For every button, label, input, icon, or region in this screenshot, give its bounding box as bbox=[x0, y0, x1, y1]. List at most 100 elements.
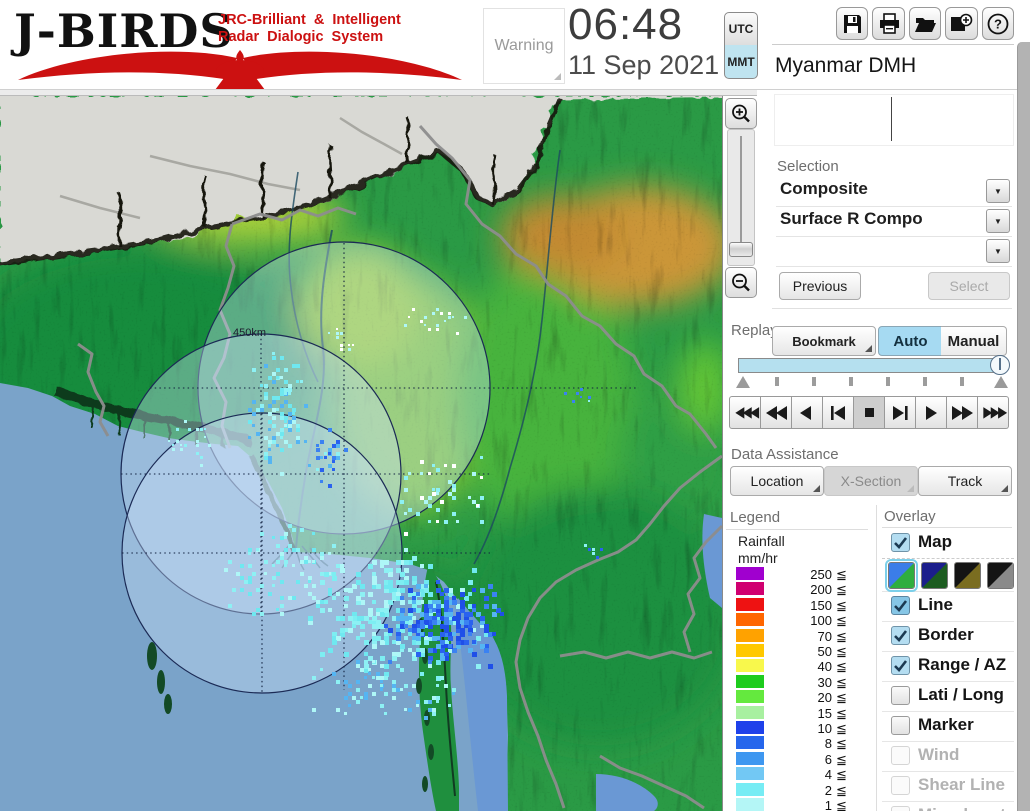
checkbox-microburst[interactable] bbox=[891, 806, 910, 811]
rain-echo-pixel bbox=[356, 660, 360, 664]
playback-stop-button[interactable] bbox=[854, 396, 885, 429]
rain-echo-pixel bbox=[252, 424, 255, 427]
legend-lte-symbol: ≦ bbox=[836, 675, 847, 691]
rain-echo-pixel bbox=[328, 428, 332, 432]
open-folder-button[interactable] bbox=[909, 7, 941, 40]
checkbox-shear-line[interactable] bbox=[891, 776, 910, 795]
rain-echo-pixel bbox=[316, 448, 320, 452]
chevron-down-icon[interactable]: ▼ bbox=[986, 179, 1010, 203]
dropdown-extra[interactable]: ▼ bbox=[776, 236, 1012, 267]
zoom-slider[interactable] bbox=[727, 129, 755, 266]
slider-end-marker-icon[interactable] bbox=[994, 376, 1008, 388]
rain-echo-pixel bbox=[380, 684, 383, 687]
rain-echo-pixel bbox=[396, 580, 401, 585]
play-icon bbox=[916, 397, 946, 428]
map-style-4[interactable] bbox=[987, 562, 1014, 589]
rain-echo-pixel bbox=[356, 636, 360, 640]
print-button[interactable] bbox=[872, 7, 904, 40]
playback-rew2-button[interactable] bbox=[761, 396, 792, 429]
checkbox-border[interactable] bbox=[891, 626, 910, 645]
rain-echo-pixel bbox=[264, 436, 268, 440]
legend-value: 20 bbox=[766, 690, 832, 705]
replay-section-label: Replay bbox=[731, 322, 778, 339]
checkbox-map[interactable] bbox=[891, 533, 910, 552]
rain-echo-pixel bbox=[592, 552, 595, 555]
rain-echo-pixel bbox=[428, 504, 432, 508]
chevron-down-icon[interactable]: ▼ bbox=[986, 239, 1010, 263]
dropdown-product[interactable]: Surface R Compo ▼ bbox=[776, 206, 1012, 237]
rain-echo-pixel bbox=[256, 432, 260, 436]
rain-echo-pixel bbox=[300, 572, 304, 576]
rain-echo-pixel bbox=[400, 596, 404, 600]
rain-echo-pixel bbox=[348, 344, 350, 346]
playback-step-back-button[interactable] bbox=[823, 396, 854, 429]
save-button[interactable] bbox=[836, 7, 868, 40]
timezone-mmt-button[interactable]: MMT bbox=[724, 45, 758, 79]
playback-step-next-button[interactable] bbox=[885, 396, 916, 429]
bookmark-button[interactable]: Bookmark bbox=[772, 326, 876, 356]
playback-play-button[interactable] bbox=[916, 396, 947, 429]
zoom-in-button[interactable] bbox=[725, 98, 757, 129]
checkbox-line[interactable] bbox=[891, 596, 910, 615]
checkbox-lati-long[interactable] bbox=[891, 686, 910, 705]
location-button[interactable]: Location bbox=[730, 466, 824, 496]
rain-echo-pixel bbox=[428, 664, 432, 668]
x-section-button[interactable]: X-Section bbox=[824, 466, 918, 496]
rain-echo-pixel bbox=[296, 380, 299, 383]
slider-start-marker-icon[interactable] bbox=[736, 376, 750, 388]
rain-echo-pixel bbox=[260, 384, 263, 387]
replay-timeline-slider[interactable] bbox=[738, 358, 1002, 373]
playback-fwd3-button[interactable] bbox=[978, 396, 1009, 429]
legend-value: 15 bbox=[766, 706, 832, 721]
rain-echo-pixel bbox=[264, 560, 268, 564]
rain-echo-pixel bbox=[276, 408, 279, 411]
timezone-utc-button[interactable]: UTC bbox=[724, 12, 758, 46]
manual-mode-button[interactable]: Manual bbox=[941, 326, 1007, 356]
rain-echo-pixel bbox=[332, 572, 336, 576]
window-edge-strip[interactable] bbox=[1017, 42, 1030, 811]
legend-value: 10 bbox=[766, 721, 832, 736]
legend-lte-symbol: ≦ bbox=[836, 721, 847, 737]
rain-echo-pixel bbox=[272, 440, 276, 444]
previous-button[interactable]: Previous bbox=[779, 272, 861, 300]
rain-echo-pixel bbox=[260, 532, 264, 536]
rain-echo-pixel bbox=[448, 612, 453, 617]
map-style-2[interactable] bbox=[921, 562, 948, 589]
help-button[interactable]: ? bbox=[982, 7, 1014, 40]
rain-echo-pixel bbox=[272, 372, 276, 376]
rain-echo-pixel bbox=[288, 412, 292, 416]
track-button[interactable]: Track bbox=[918, 466, 1012, 496]
rain-echo-pixel bbox=[428, 496, 432, 500]
map-style-1-selected[interactable] bbox=[888, 562, 915, 589]
checkbox-marker[interactable] bbox=[891, 716, 910, 735]
rew3-icon bbox=[730, 397, 760, 428]
rain-echo-pixel bbox=[320, 600, 324, 604]
radar-map-canvas[interactable]: 450km bbox=[0, 96, 723, 811]
warning-button[interactable]: Warning bbox=[483, 8, 565, 84]
rain-echo-pixel bbox=[452, 596, 456, 600]
checkbox-range-az[interactable] bbox=[891, 656, 910, 675]
playback-rew3-button[interactable] bbox=[729, 396, 761, 429]
playback-fwd2-button[interactable] bbox=[947, 396, 978, 429]
rain-echo-pixel bbox=[436, 636, 440, 640]
add-image-button[interactable] bbox=[945, 7, 977, 40]
rain-echo-pixel bbox=[264, 364, 268, 368]
playback-rev-button[interactable] bbox=[792, 396, 823, 429]
rain-echo-pixel bbox=[452, 316, 454, 318]
replay-slider-thumb[interactable] bbox=[990, 355, 1010, 375]
dropdown-category[interactable]: Composite ▼ bbox=[776, 176, 1012, 207]
legend-row: 40≦ bbox=[726, 659, 862, 673]
map-style-3[interactable] bbox=[954, 562, 981, 589]
zoom-out-button[interactable] bbox=[725, 267, 757, 298]
rain-echo-pixel bbox=[408, 648, 412, 652]
zoom-slider-thumb[interactable] bbox=[729, 242, 753, 257]
rain-echo-pixel bbox=[284, 564, 287, 567]
rain-echo-pixel bbox=[400, 608, 405, 613]
rain-echo-pixel bbox=[436, 308, 439, 311]
checkbox-wind[interactable] bbox=[891, 746, 910, 765]
overlay-label: Shear Line bbox=[918, 775, 1005, 795]
rain-echo-pixel bbox=[280, 428, 284, 432]
auto-mode-button[interactable]: Auto bbox=[878, 326, 943, 356]
select-button[interactable]: Select bbox=[928, 272, 1010, 300]
chevron-down-icon[interactable]: ▼ bbox=[986, 209, 1010, 233]
